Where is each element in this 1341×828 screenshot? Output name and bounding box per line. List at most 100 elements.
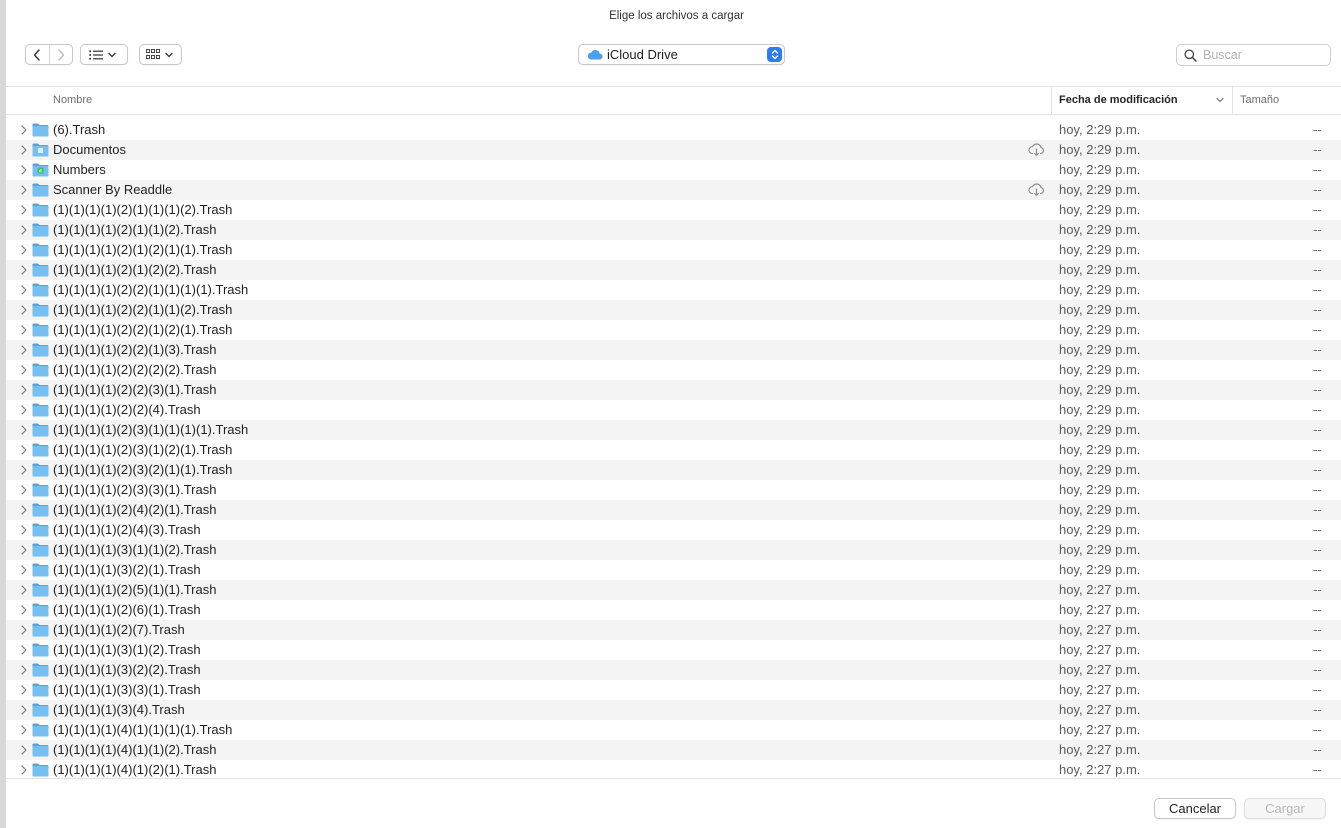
file-name: (1)(1)(1)(1)(3)(3)(1).Trash	[53, 682, 201, 697]
disclosure-chevron-icon[interactable]	[21, 485, 27, 495]
disclosure-chevron-icon[interactable]	[21, 385, 27, 395]
table-row[interactable]: (1)(1)(1)(1)(3)(3)(1).Trash hoy, 2:27 p.m…	[6, 680, 1341, 700]
disclosure-chevron-icon[interactable]	[21, 325, 27, 335]
table-row[interactable]: (1)(1)(1)(1)(3)(1)(2).Trash hoy, 2:27 p.m…	[6, 640, 1341, 660]
file-name: (1)(1)(1)(1)(2)(2)(1)(1)(1)(1).Trash	[53, 282, 249, 297]
table-row[interactable]: (1)(1)(1)(1)(2)(5)(1)(1).Trash hoy, 2:27 …	[6, 580, 1341, 600]
disclosure-chevron-icon[interactable]	[21, 305, 27, 315]
disclosure-chevron-icon[interactable]	[21, 625, 27, 635]
table-row[interactable]: (1)(1)(1)(1)(3)(4).Trash hoy, 2:27 p.m. --	[6, 700, 1341, 720]
disclosure-chevron-icon[interactable]	[21, 245, 27, 255]
table-row[interactable]: (1)(1)(1)(1)(2)(2)(4).Trash hoy, 2:29 p.m…	[6, 400, 1341, 420]
disclosure-chevron-icon[interactable]	[21, 125, 27, 135]
disclosure-chevron-icon[interactable]	[21, 465, 27, 475]
table-row[interactable]: (1)(1)(1)(1)(4)(1)(2)(1).Trash hoy, 2:27 …	[6, 760, 1341, 778]
table-row[interactable]: (1)(1)(1)(1)(3)(2)(2).Trash hoy, 2:27 p.m…	[6, 660, 1341, 680]
table-row[interactable]: (1)(1)(1)(1)(2)(1)(1)(1)(2).Trash hoy, 2:…	[6, 200, 1341, 220]
disclosure-chevron-icon[interactable]	[21, 605, 27, 615]
group-view-button[interactable]	[139, 44, 182, 65]
table-row[interactable]: (1)(1)(1)(1)(2)(2)(1)(2)(1).Trash hoy, 2:…	[6, 320, 1341, 340]
cloud-download-icon[interactable]	[1028, 183, 1045, 196]
modified-date: hoy, 2:29 p.m.	[1059, 362, 1141, 377]
search-input[interactable]	[1203, 48, 1323, 62]
disclosure-chevron-icon[interactable]	[21, 365, 27, 375]
table-row[interactable]: (1)(1)(1)(1)(2)(3)(3)(1).Trash hoy, 2:29 …	[6, 480, 1341, 500]
cancel-button[interactable]: Cancelar	[1154, 798, 1236, 819]
disclosure-chevron-icon[interactable]	[21, 525, 27, 535]
chevron-right-icon	[58, 48, 64, 61]
table-row[interactable]: Documentos hoy, 2:29 p.m. --	[6, 140, 1341, 160]
table-row[interactable]: (1)(1)(1)(1)(2)(2)(1)(3).Trash hoy, 2:29 …	[6, 340, 1341, 360]
column-header-date[interactable]: Fecha de modificación	[1051, 87, 1232, 114]
disclosure-chevron-icon[interactable]	[21, 225, 27, 235]
table-row[interactable]: (1)(1)(1)(1)(2)(4)(2)(1).Trash hoy, 2:29 …	[6, 500, 1341, 520]
disclosure-chevron-icon[interactable]	[21, 545, 27, 555]
navigation-group	[25, 44, 73, 65]
disclosure-chevron-icon[interactable]	[21, 405, 27, 415]
folder-icon	[32, 603, 49, 617]
disclosure-chevron-icon[interactable]	[21, 705, 27, 715]
disclosure-chevron-icon[interactable]	[21, 145, 27, 155]
table-row[interactable]: (1)(1)(1)(1)(2)(7).Trash hoy, 2:27 p.m. --	[6, 620, 1341, 640]
disclosure-chevron-icon[interactable]	[21, 265, 27, 275]
file-name: Documentos	[53, 142, 126, 157]
table-row[interactable]: (1)(1)(1)(1)(2)(1)(2)(1)(1).Trash hoy, 2:…	[6, 240, 1341, 260]
table-row[interactable]: (1)(1)(1)(1)(2)(2)(2)(2).Trash hoy, 2:29 …	[6, 360, 1341, 380]
disclosure-chevron-icon[interactable]	[21, 645, 27, 655]
forward-button[interactable]	[50, 45, 73, 64]
disclosure-chevron-icon[interactable]	[21, 725, 27, 735]
disclosure-chevron-icon[interactable]	[21, 685, 27, 695]
table-row[interactable]: (1)(1)(1)(1)(3)(2)(1).Trash hoy, 2:29 p.m…	[6, 560, 1341, 580]
disclosure-chevron-icon[interactable]	[21, 745, 27, 755]
table-row[interactable]: (6).Trash hoy, 2:29 p.m. --	[6, 120, 1341, 140]
disclosure-chevron-icon[interactable]	[21, 185, 27, 195]
location-popup[interactable]: iCloud Drive	[578, 44, 785, 65]
folder-icon	[32, 743, 49, 757]
column-header-name[interactable]: Nombre	[53, 94, 92, 106]
upload-button[interactable]: Cargar	[1244, 798, 1326, 819]
table-row[interactable]: (1)(1)(1)(1)(2)(3)(1)(2)(1).Trash hoy, 2:…	[6, 440, 1341, 460]
modified-date: hoy, 2:29 p.m.	[1059, 142, 1141, 157]
search-field[interactable]	[1176, 44, 1331, 66]
modified-date: hoy, 2:29 p.m.	[1059, 162, 1141, 177]
disclosure-chevron-icon[interactable]	[21, 505, 27, 515]
modified-date: hoy, 2:29 p.m.	[1059, 462, 1141, 477]
back-button[interactable]	[26, 45, 50, 64]
file-name: (1)(1)(1)(1)(3)(1)(2).Trash	[53, 642, 201, 657]
table-row[interactable]: (1)(1)(1)(1)(2)(2)(3)(1).Trash hoy, 2:29 …	[6, 380, 1341, 400]
table-row[interactable]: (1)(1)(1)(1)(4)(1)(1)(1)(1).Trash hoy, 2:…	[6, 720, 1341, 740]
list-view-button[interactable]	[80, 44, 128, 65]
folder-icon	[32, 443, 49, 457]
folder-icon	[32, 123, 49, 137]
folder-icon	[32, 623, 49, 637]
table-row[interactable]: (1)(1)(1)(1)(2)(1)(1)(2).Trash hoy, 2:29 …	[6, 220, 1341, 240]
disclosure-chevron-icon[interactable]	[21, 765, 27, 775]
disclosure-chevron-icon[interactable]	[21, 205, 27, 215]
modified-date: hoy, 2:29 p.m.	[1059, 122, 1141, 137]
disclosure-chevron-icon[interactable]	[21, 165, 27, 175]
column-header-size[interactable]: Tamaño	[1232, 87, 1341, 114]
disclosure-chevron-icon[interactable]	[21, 665, 27, 675]
modified-date: hoy, 2:27 p.m.	[1059, 742, 1141, 757]
table-row[interactable]: (1)(1)(1)(1)(2)(1)(2)(2).Trash hoy, 2:29 …	[6, 260, 1341, 280]
disclosure-chevron-icon[interactable]	[21, 585, 27, 595]
table-row[interactable]: (1)(1)(1)(1)(2)(2)(1)(1)(1)(1).Trash hoy,…	[6, 280, 1341, 300]
disclosure-chevron-icon[interactable]	[21, 445, 27, 455]
table-row[interactable]: (1)(1)(1)(1)(2)(3)(2)(1)(1).Trash hoy, 2:…	[6, 460, 1341, 480]
icloud-icon	[587, 49, 603, 60]
table-row[interactable]: (1)(1)(1)(1)(2)(2)(1)(1)(2).Trash hoy, 2:…	[6, 300, 1341, 320]
file-size: --	[1313, 222, 1322, 237]
table-row[interactable]: (1)(1)(1)(1)(2)(3)(1)(1)(1)(1).Trash hoy,…	[6, 420, 1341, 440]
disclosure-chevron-icon[interactable]	[21, 565, 27, 575]
table-row[interactable]: (1)(1)(1)(1)(2)(6)(1).Trash hoy, 2:27 p.m…	[6, 600, 1341, 620]
table-row[interactable]: Numbers hoy, 2:29 p.m. --	[6, 160, 1341, 180]
disclosure-chevron-icon[interactable]	[21, 345, 27, 355]
cloud-download-icon[interactable]	[1028, 143, 1045, 156]
folder-icon	[32, 283, 49, 297]
table-row[interactable]: (1)(1)(1)(1)(4)(1)(1)(2).Trash hoy, 2:27 …	[6, 740, 1341, 760]
table-row[interactable]: Scanner By Readdle hoy, 2:29 p.m. --	[6, 180, 1341, 200]
disclosure-chevron-icon[interactable]	[21, 425, 27, 435]
disclosure-chevron-icon[interactable]	[21, 285, 27, 295]
table-row[interactable]: (1)(1)(1)(1)(2)(4)(3).Trash hoy, 2:29 p.m…	[6, 520, 1341, 540]
table-row[interactable]: (1)(1)(1)(1)(3)(1)(1)(2).Trash hoy, 2:29 …	[6, 540, 1341, 560]
